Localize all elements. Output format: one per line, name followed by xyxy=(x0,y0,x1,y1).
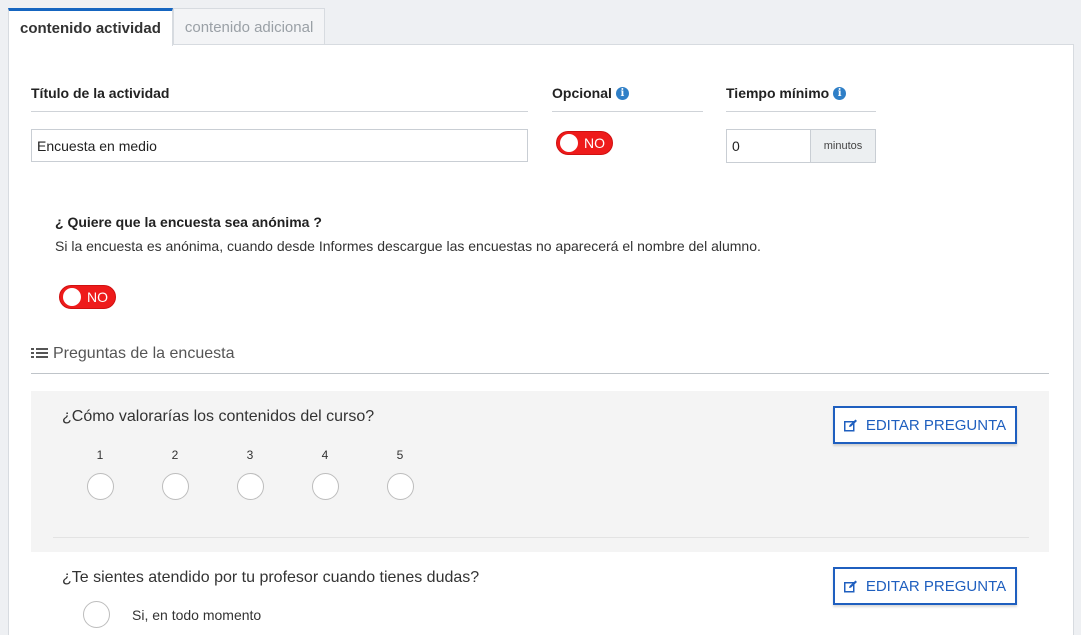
tab-bar: contenido actividad contenido adicional xyxy=(8,8,326,46)
tab-contenido-actividad[interactable]: contenido actividad xyxy=(8,8,173,46)
info-icon[interactable]: i xyxy=(833,86,847,100)
option-label: Si, en todo momento xyxy=(132,607,262,623)
content-panel: Título de la actividad Encuesta en medio… xyxy=(8,44,1074,635)
edit-icon xyxy=(843,419,857,431)
min-time-label-text: Tiempo mínimo xyxy=(726,85,830,101)
scale-radio-2[interactable] xyxy=(162,473,189,500)
scale-label: 1 xyxy=(96,448,104,462)
edit-question-button[interactable]: EDITAR PREGUNTA xyxy=(833,406,1017,444)
anonymous-description: Si la encuesta es anónima, cuando desde … xyxy=(55,238,761,254)
question-text: ¿Te sientes atendido por tu profesor cua… xyxy=(62,569,480,586)
scale-label: 3 xyxy=(246,448,254,462)
optional-label: Opcional i xyxy=(552,85,629,101)
optional-divider xyxy=(552,111,703,112)
title-label-text: Título de la actividad xyxy=(31,85,170,101)
question-text: ¿Cómo valorarías los contenidos del curs… xyxy=(62,408,375,425)
question-divider xyxy=(53,537,1029,538)
toggle-text: NO xyxy=(87,289,108,305)
anonymous-question: ¿ Quiere que la encuesta sea anónima ? xyxy=(55,214,322,230)
scale-radio-4[interactable] xyxy=(312,473,339,500)
scale-label: 2 xyxy=(171,448,179,462)
survey-section-title: Preguntas de la encuesta xyxy=(31,345,234,363)
optional-toggle[interactable]: NO xyxy=(556,131,613,155)
question-block: ¿Cómo valorarías los contenidos del curs… xyxy=(31,391,1049,552)
survey-section-title-text: Preguntas de la encuesta xyxy=(53,345,235,362)
anonymous-toggle[interactable]: NO xyxy=(59,285,116,309)
edit-question-label: EDITAR PREGUNTA xyxy=(865,577,1007,595)
toggle-knob xyxy=(63,288,81,306)
scale-label: 4 xyxy=(321,448,329,462)
edit-question-label: EDITAR PREGUNTA xyxy=(865,416,1007,434)
min-time-label: Tiempo mínimo i xyxy=(726,85,847,101)
info-icon[interactable]: i xyxy=(615,86,629,100)
tab-contenido-adicional[interactable]: contenido adicional xyxy=(172,8,326,45)
scale-radio-3[interactable] xyxy=(237,473,264,500)
scale-radio-1[interactable] xyxy=(87,473,114,500)
scale-label: 5 xyxy=(396,448,404,462)
title-label: Título de la actividad xyxy=(31,85,169,101)
edit-icon xyxy=(843,580,857,592)
list-icon xyxy=(31,348,48,358)
edit-question-button[interactable]: EDITAR PREGUNTA xyxy=(833,567,1017,605)
section-divider xyxy=(31,373,1049,374)
title-divider xyxy=(31,111,528,112)
optional-label-text: Opcional xyxy=(552,85,612,101)
min-time-input[interactable]: 0 xyxy=(726,129,811,163)
min-time-unit: minutos xyxy=(810,129,876,163)
toggle-text: NO xyxy=(584,135,605,151)
toggle-knob xyxy=(560,134,578,152)
title-input[interactable]: Encuesta en medio xyxy=(31,129,528,162)
min-time-divider xyxy=(726,111,876,112)
option-radio[interactable] xyxy=(83,601,110,628)
scale-radio-5[interactable] xyxy=(387,473,414,500)
